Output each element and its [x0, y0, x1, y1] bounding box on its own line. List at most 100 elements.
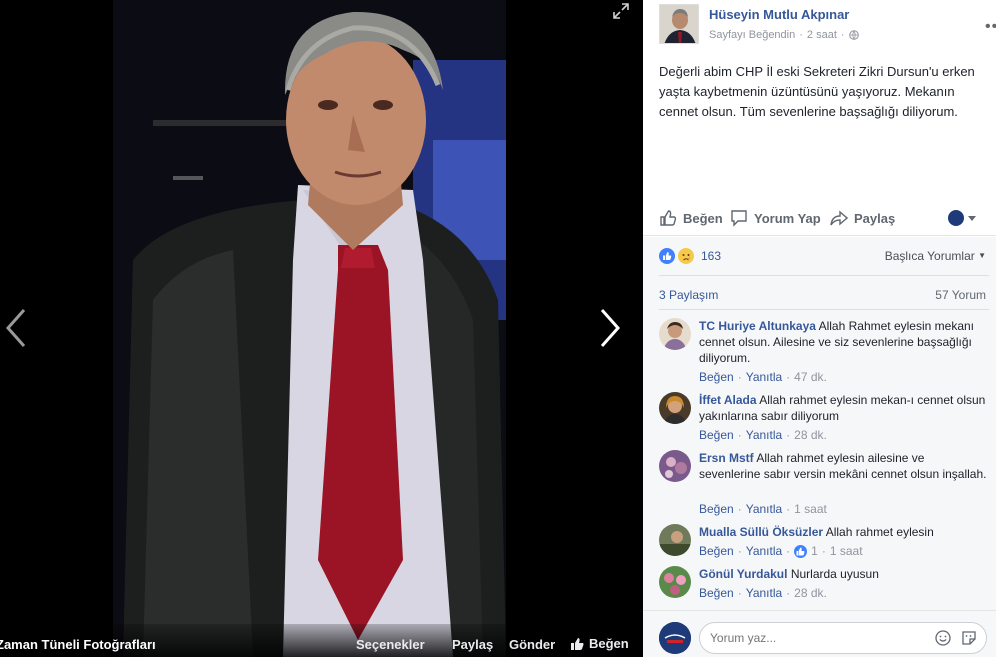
- like-button[interactable]: Beğen: [659, 209, 723, 227]
- comment-button[interactable]: Yorum Yap: [730, 209, 821, 227]
- meta-separator: ·: [799, 29, 803, 41]
- divider: [659, 275, 989, 276]
- comment-like-count[interactable]: 1: [811, 544, 818, 558]
- share-arrow-icon: [830, 210, 848, 226]
- commenter-name[interactable]: İffet Alada: [699, 393, 757, 407]
- photo-illustration: [113, 0, 506, 657]
- commenter-avatar[interactable]: [659, 524, 691, 556]
- comment-time[interactable]: 1 saat: [794, 502, 827, 516]
- commenter-avatar[interactable]: [659, 566, 691, 598]
- previous-photo-button[interactable]: [0, 300, 40, 356]
- like-count-icon[interactable]: [794, 544, 808, 558]
- comment-body: TC Huriye Altunkaya Allah Rahmet eylesin…: [699, 318, 989, 366]
- comment-like-link[interactable]: Beğen: [699, 502, 734, 516]
- commenter-name[interactable]: Mualla Süllü Öksüzler: [699, 525, 823, 539]
- fullscreen-button[interactable]: [612, 2, 630, 20]
- commenter-avatar[interactable]: [659, 450, 691, 482]
- share-label: Paylaş: [854, 210, 896, 226]
- comment-count[interactable]: 57 Yorum: [935, 288, 986, 302]
- comment-reply-link[interactable]: Yanıtla: [746, 502, 782, 516]
- more-options-icon[interactable]: •••: [985, 18, 996, 36]
- comment-time[interactable]: 28 dk.: [794, 428, 827, 442]
- comment-time[interactable]: 1 saat: [830, 544, 863, 558]
- comment-time[interactable]: 47 dk.: [794, 370, 827, 384]
- share-count[interactable]: 3 Paylaşım: [659, 288, 718, 302]
- post-action-row: Beğen Yorum Yap Paylaş: [643, 202, 996, 236]
- meta-separator: ·: [737, 502, 742, 516]
- commenter-avatar-image: [659, 392, 691, 424]
- comment-meta: Beğen · Yanıtla · 28 dk.: [699, 586, 827, 600]
- chevron-left-icon: [5, 309, 26, 347]
- thumbs-up-icon: [571, 637, 584, 650]
- commenter-avatar-image: [659, 566, 691, 598]
- meta-separator: ·: [786, 370, 791, 384]
- comment-reply-link[interactable]: Yanıtla: [746, 544, 782, 558]
- comment-meta: Beğen · Yanıtla · 1 · 1 saat: [699, 544, 863, 558]
- post-time[interactable]: 2 saat: [807, 29, 837, 41]
- commenter-avatar[interactable]: [659, 392, 691, 424]
- comment-time[interactable]: 28 dk.: [794, 586, 827, 600]
- meta-separator: ·: [840, 29, 845, 41]
- reactions-summary[interactable]: 163: [659, 248, 721, 264]
- post-panel: Hüseyin Mutlu Akpınar Sayfayı Beğendin ·…: [643, 0, 996, 657]
- comment-text: Nurlarda uyusun: [790, 567, 879, 581]
- thumbs-up-icon: [660, 210, 677, 226]
- comment-sort-dropdown[interactable]: Başlıca Yorumlar ▼: [885, 249, 986, 263]
- commenter-name[interactable]: Ersn Mstf: [699, 451, 754, 465]
- comment-meta: Beğen · Yanıtla · 1 saat: [699, 502, 827, 516]
- photo-stage: Zaman Tüneli Fotoğrafları Seçenekler Pay…: [0, 0, 643, 657]
- comment-label: Yorum Yap: [754, 210, 821, 226]
- commenter-name[interactable]: Gönül Yurdakul: [699, 567, 787, 581]
- sticker-icon[interactable]: [961, 630, 977, 646]
- commenter-avatar-image: [659, 524, 691, 556]
- post-text: Değerli abim CHP İl eski Sekreteri Zikri…: [659, 64, 975, 119]
- meta-separator: ·: [821, 544, 826, 558]
- comment-reply-link[interactable]: Yanıtla: [746, 370, 782, 384]
- comment-body: Mualla Süllü Öksüzler Allah rahmet eyles…: [699, 524, 989, 540]
- comment-body: Gönül Yurdakul Nurlarda uyusun: [699, 566, 989, 582]
- meta-separator: ·: [737, 586, 742, 600]
- comment-text: Allah rahmet eylesin: [825, 525, 934, 539]
- comment-like-link[interactable]: Beğen: [699, 370, 734, 384]
- photo-theater: Zaman Tüneli Fotoğrafları Seçenekler Pay…: [0, 0, 996, 657]
- globe-icon[interactable]: [848, 30, 859, 40]
- comment-like-link[interactable]: Beğen: [699, 586, 734, 600]
- commenter-avatar-image: [659, 450, 691, 482]
- thumbs-up-icon: [796, 547, 805, 555]
- post-photo[interactable]: [113, 0, 506, 657]
- reaction-count: 163: [701, 249, 722, 263]
- author-name[interactable]: Hüseyin Mutlu Akpınar: [709, 7, 849, 22]
- emoji-icon[interactable]: [935, 630, 951, 646]
- next-photo-button[interactable]: [590, 300, 630, 356]
- liked-page-label[interactable]: Sayfayı Beğendin: [709, 29, 795, 41]
- photo-like-button[interactable]: Beğen: [570, 636, 629, 651]
- comment-reply-link[interactable]: Yanıtla: [746, 428, 782, 442]
- page-avatar: [659, 622, 691, 654]
- caret-down-icon: [968, 216, 976, 221]
- album-title[interactable]: Zaman Tüneli Fotoğrafları: [0, 637, 156, 652]
- post-header: Hüseyin Mutlu Akpınar Sayfayı Beğendin ·…: [659, 4, 996, 48]
- chevron-right-icon: [600, 309, 621, 347]
- feedback-section: 163 Başlıca Yorumlar ▼ 3 Paylaşım 57 Yor…: [643, 237, 996, 653]
- meta-separator: ·: [737, 544, 742, 558]
- commenter-avatar[interactable]: [659, 318, 691, 350]
- comment-reply-link[interactable]: Yanıtla: [746, 586, 782, 600]
- comment-meta: Beğen · Yanıtla · 28 dk.: [699, 428, 827, 442]
- comment-body: İffet Alada Allah rahmet eylesin mekan-ı…: [699, 392, 989, 424]
- comment-like-link[interactable]: Beğen: [699, 544, 734, 558]
- share-button[interactable]: Paylaş: [830, 209, 895, 227]
- like-reaction-icon: [659, 248, 675, 264]
- send-button[interactable]: Gönder: [509, 637, 555, 652]
- options-button[interactable]: Seçenekler: [356, 637, 425, 652]
- comment-like-link[interactable]: Beğen: [699, 428, 734, 442]
- author-avatar-image: [660, 5, 698, 43]
- photo-share-button[interactable]: Paylaş: [452, 637, 493, 652]
- meta-separator: ·: [786, 544, 791, 558]
- comment-list: TC Huriye Altunkaya Allah Rahmet eylesin…: [643, 310, 996, 612]
- photo-like-label: Beğen: [589, 636, 629, 651]
- page-logo-icon: [659, 622, 691, 654]
- author-avatar[interactable]: [659, 4, 699, 44]
- commenter-name[interactable]: TC Huriye Altunkaya: [699, 319, 816, 333]
- meta-separator: ·: [786, 586, 791, 600]
- page-identity-selector[interactable]: [948, 210, 977, 226]
